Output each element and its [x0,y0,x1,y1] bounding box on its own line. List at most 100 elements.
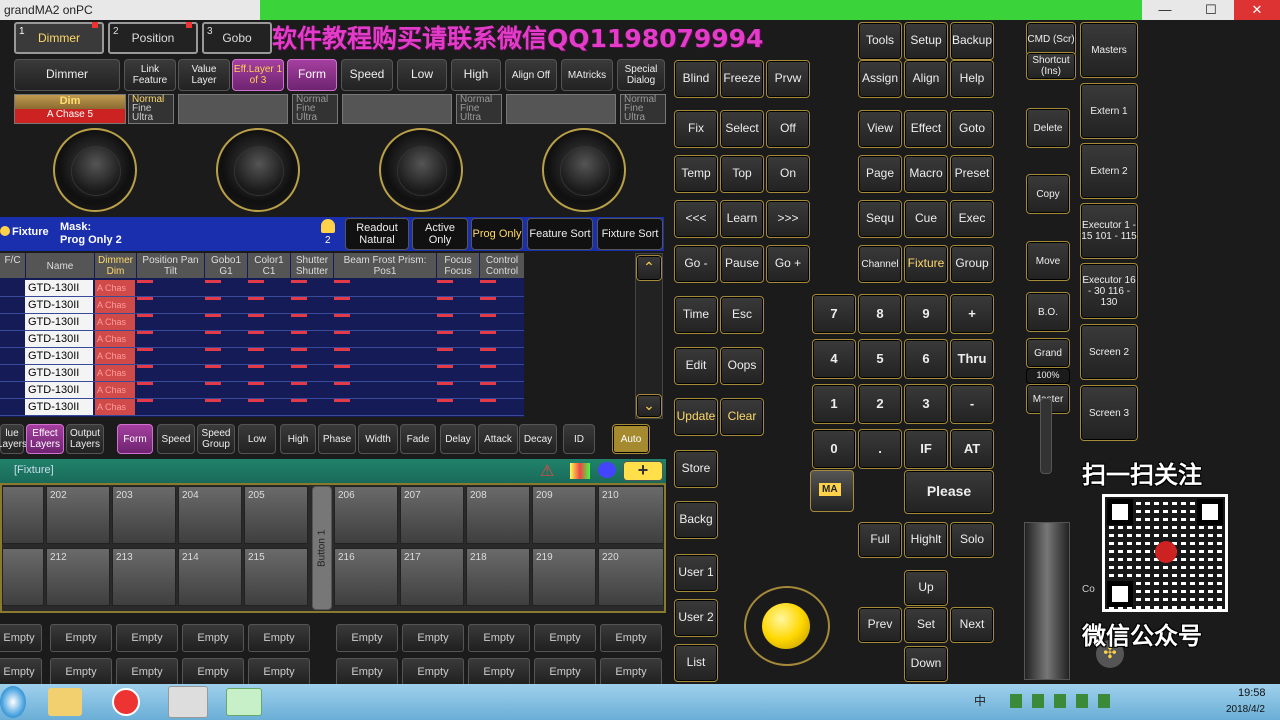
preset-tab-dimmer[interactable]: 1 Dimmer [14,22,104,54]
numpad-key[interactable]: 1 [812,384,856,424]
empty-executor-button[interactable]: Empty [402,658,464,686]
key-button[interactable]: Oops [720,347,764,385]
encoder-knob-1[interactable] [53,128,137,212]
lock-icon[interactable] [321,219,335,233]
key-button[interactable]: Align [904,60,948,98]
layer-button[interactable]: ID [563,424,595,454]
empty-executor-button[interactable]: Empty [468,658,530,686]
master-key[interactable]: Screen 2 [1080,324,1138,380]
nav-key[interactable]: Prev [858,607,902,643]
executor-cell[interactable]: 217 [400,548,464,606]
executor-cell[interactable]: 214 [178,548,242,606]
tray-icons[interactable] [1010,694,1120,708]
executor-cell[interactable]: 202 [46,486,110,544]
nav-key[interactable]: Down [904,646,948,682]
master-key[interactable]: Screen 3 [1080,385,1138,441]
key-button[interactable]: Time [674,296,718,334]
start-icon[interactable] [0,686,26,718]
trackball[interactable] [762,603,810,649]
empty-executor-button[interactable]: Empty [534,658,596,686]
layer-button[interactable]: Decay [519,424,557,454]
eff-layer-button[interactable]: Eff.Layer 1 of 3 [232,59,284,91]
executor-cell[interactable]: 208 [466,486,530,544]
preset-tab-gobo[interactable]: 3 Gobo [202,22,272,54]
layer-button[interactable]: Output Layers [66,424,104,454]
key-button[interactable]: Preset [950,155,994,193]
numpad-key[interactable]: 6 [904,339,948,379]
nav-key[interactable]: Set [904,607,948,643]
empty-executor-button[interactable]: Empty [50,624,112,652]
key-button[interactable]: >>> [766,200,810,238]
heart-icon[interactable] [598,462,616,478]
executor-cell[interactable] [2,486,44,544]
empty-executor-button[interactable]: Empty [116,624,178,652]
numpad-key[interactable]: AT [950,429,994,469]
executor-cell[interactable]: 209 [532,486,596,544]
key-button[interactable]: User 1 [674,554,718,592]
col-header-shutter[interactable]: Shutter Shutter [291,253,333,278]
key-button[interactable]: Exec [950,200,994,238]
key-button[interactable]: Off [766,110,810,148]
executor-cell[interactable]: 204 [178,486,242,544]
executor-cell[interactable]: 212 [46,548,110,606]
master-fader-track[interactable] [1024,522,1070,680]
layer-button[interactable]: Attack [478,424,518,454]
numpad-key[interactable]: 9 [904,294,948,334]
table-row[interactable]: GTD-130II A Chas [0,382,524,399]
executor-cell[interactable]: 207 [400,486,464,544]
key-button[interactable]: Channel [858,245,902,283]
col-header-dimmer[interactable]: Dimmer Dim [95,253,136,278]
numpad-key[interactable]: 2 [858,384,902,424]
executor-cell[interactable] [2,548,44,606]
app-taskbar-icon[interactable] [226,688,262,716]
ime-indicator[interactable]: 中 [974,692,986,709]
col-header-name[interactable]: Name [26,253,94,278]
side-key[interactable]: 100% [1026,368,1070,384]
link-feature-button[interactable]: Link Feature [124,59,176,91]
readout-natural-button[interactable]: Readout Natural [345,218,409,250]
layer-button[interactable]: Phase [318,424,356,454]
layer-button[interactable]: Speed [157,424,195,454]
key-button[interactable]: Fix [674,110,718,148]
numpad-key[interactable]: 3 [904,384,948,424]
encoder-knob-4[interactable] [542,128,626,212]
layer-button[interactable]: Low [238,424,276,454]
preset-tab-position[interactable]: 2 Position [108,22,198,54]
low-button[interactable]: Low [397,59,447,91]
master-key[interactable]: Masters [1080,22,1138,78]
form-button[interactable]: Form [287,59,337,91]
key-button[interactable]: Pause [720,245,764,283]
key-button[interactable]: Select [720,110,764,148]
empty-executor-button[interactable]: Empty [248,658,310,686]
table-row[interactable]: GTD-130II A Chas [0,280,524,297]
layer-button[interactable]: High [280,424,316,454]
table-row[interactable]: GTD-130II A Chas [0,348,524,365]
layer-button[interactable]: Width [358,424,398,454]
layer-button[interactable]: Speed Group [197,424,235,454]
side-key[interactable]: CMD (Scr) [1026,22,1076,56]
please-button[interactable]: Please [904,470,994,514]
key-button[interactable]: Update [674,398,718,436]
prog-only-button[interactable]: Prog Only [471,218,523,250]
key-button[interactable]: Cue [904,200,948,238]
executor-cell[interactable]: 206 [334,486,398,544]
nav-key[interactable]: Solo [950,522,994,558]
empty-executor-button[interactable]: Empty [50,658,112,686]
encoder-knob-3[interactable] [379,128,463,212]
numpad-key[interactable]: 0 [812,429,856,469]
key-button[interactable]: <<< [674,200,718,238]
empty-executor-button[interactable]: Empty [336,658,398,686]
record-icon[interactable] [112,688,140,716]
key-button[interactable]: List [674,644,718,682]
col-header-control[interactable]: Control Control [480,253,524,278]
key-button[interactable]: Learn [720,200,764,238]
align-off-button[interactable]: Align Off [505,59,557,91]
table-row[interactable]: GTD-130II A Chas [0,365,524,382]
numpad-key[interactable]: . [858,429,902,469]
executor-cell[interactable]: 215 [244,548,308,606]
layer-button[interactable]: lue Layers [0,424,27,454]
key-button[interactable]: View [858,110,902,148]
table-row[interactable]: GTD-130II A Chas [0,314,524,331]
empty-executor-button[interactable]: Empty [600,658,662,686]
key-button[interactable]: Blind [674,60,718,98]
